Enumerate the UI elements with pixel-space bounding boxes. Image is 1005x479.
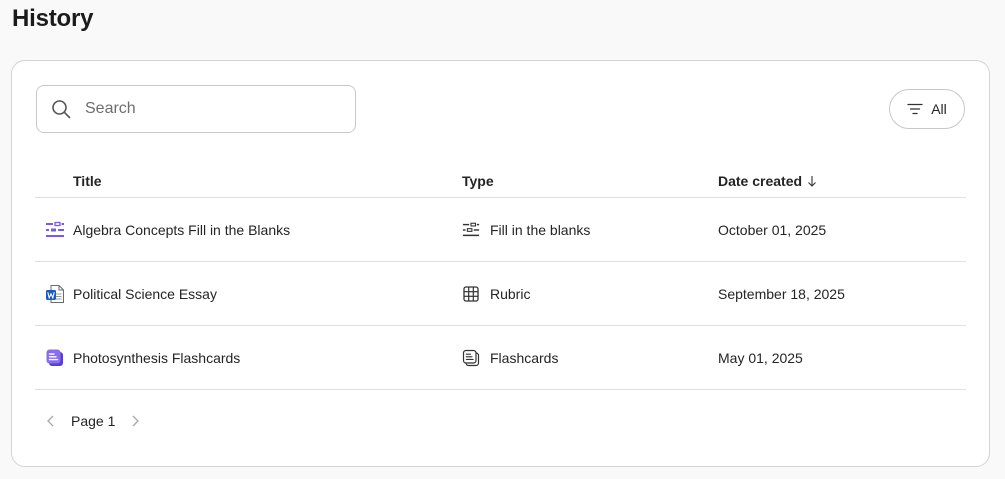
filter-button[interactable]: All [889,89,965,129]
table-header: Title Type Date created [35,165,966,198]
table-row[interactable]: Political Science Essay Rubric September… [35,262,966,326]
row-type-label: Flashcards [490,350,559,366]
flashcards-icon [45,348,65,368]
row-title: Algebra Concepts Fill in the Blanks [73,222,291,238]
flashcards-type-icon [462,349,480,367]
column-header-date-label: Date created [718,173,803,189]
row-type: Fill in the blanks [462,198,590,262]
row-type-label: Fill in the blanks [490,222,591,238]
grid-icon [462,285,480,303]
column-header-title[interactable]: Title [73,173,102,189]
page-label: Page 1 [71,413,116,429]
row-date: May 01, 2025 [718,350,803,366]
row-title: Photosynthesis Flashcards [73,350,241,366]
search-input[interactable] [85,100,325,118]
search-icon [51,99,71,119]
page-title: History [12,5,94,32]
column-header-date[interactable]: Date created [718,173,817,189]
row-title: Political Science Essay [73,286,217,302]
chevron-left-icon[interactable] [45,414,57,428]
history-card: All Title Type Date created [11,60,990,467]
table-row[interactable]: Photosynthesis Flashcards Flashcards May… [35,326,966,390]
row-type: Flashcards [462,326,558,390]
table-row[interactable]: Algebra Concepts Fill in the Blanks Fill… [35,198,966,262]
fill-blanks-icon [45,220,65,240]
pagination: Page 1 [45,411,141,431]
filter-label: All [931,101,947,117]
row-type: Rubric [462,262,530,326]
history-table: Title Type Date created Algebra Concepts… [35,165,966,390]
arrow-down-icon [807,175,817,187]
row-date: September 18, 2025 [718,286,845,302]
chevron-right-icon[interactable] [129,414,141,428]
word-document-icon [45,284,65,304]
row-date: October 01, 2025 [718,222,827,238]
column-header-type[interactable]: Type [462,173,494,189]
fill-blanks-type-icon [462,221,480,239]
row-type-label: Rubric [490,286,531,302]
search-box[interactable] [36,85,356,133]
filter-icon [907,103,923,115]
